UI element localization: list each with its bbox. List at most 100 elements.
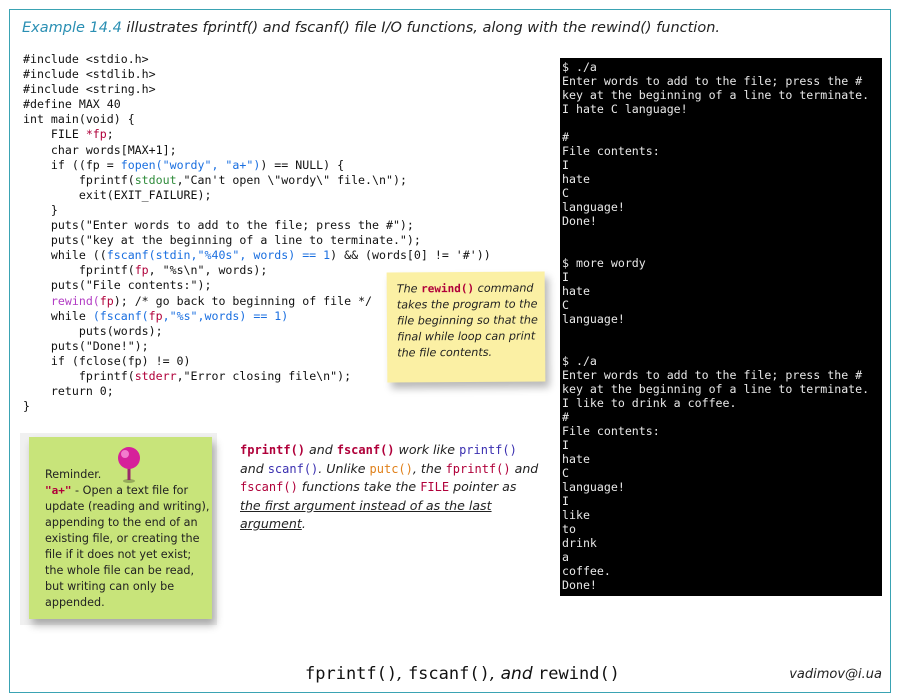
terminal-line: key at the beginning of a line to termin… xyxy=(562,88,870,102)
code-token: fprintf( xyxy=(23,172,135,187)
footer-sep2: , and xyxy=(489,664,539,684)
code-token: while xyxy=(23,308,93,323)
desc-fprintf2: fprintf() xyxy=(445,461,511,476)
code-token: ); /* go back to beginning of file */ xyxy=(113,293,373,308)
code-token: fp xyxy=(134,263,149,278)
terminal-output: $ ./a Enter words to add to the file; pre… xyxy=(560,58,882,596)
code-line: fprintf(stdout,"Can't open \"wordy\" fil… xyxy=(23,172,407,188)
code-line: if ((fp = fopen("wordy", "a+")) == NULL)… xyxy=(23,158,393,173)
code-line: int main(void) { xyxy=(23,112,393,127)
footer-rewind: rewind() xyxy=(538,664,620,684)
desc-fprintf: fprintf() xyxy=(240,443,306,457)
code-token: if (fclose(fp) != 0) xyxy=(23,353,191,368)
terminal-line: like xyxy=(562,508,590,522)
desc-putc: putc() xyxy=(369,461,413,476)
code-token: char words[MAX+1]; xyxy=(23,142,177,157)
terminal-line: I xyxy=(562,438,569,452)
terminal-line: I xyxy=(562,494,569,508)
code-token: (fscanf( xyxy=(92,308,149,323)
code-line: if (fclose(fp) != 0) xyxy=(23,354,393,369)
code-line: puts("Done!"); xyxy=(23,339,393,354)
desc-and3: and xyxy=(510,460,539,476)
footer-fprintf: fprintf() xyxy=(305,664,398,684)
code-token: stdout xyxy=(134,172,177,187)
terminal-line: hate xyxy=(562,284,590,298)
terminal-line: I xyxy=(562,158,569,172)
rewind-keyword: rewind() xyxy=(421,281,475,296)
code-token: puts(words); xyxy=(23,323,163,338)
terminal-line: Done! xyxy=(562,578,597,592)
code-line: while ((fscanf(stdin,"%40s", words) == 1… xyxy=(23,248,491,263)
desc-work-like: work like xyxy=(394,442,460,457)
code-token: int main(void) { xyxy=(23,112,135,127)
code-token: puts("Enter words to add to the file; pr… xyxy=(23,218,414,233)
code-token: FILE xyxy=(23,127,86,142)
code-token: fscanf(stdin,"%40s", words) == 1 xyxy=(106,248,331,263)
terminal-line: hate xyxy=(562,172,590,186)
code-token: ; xyxy=(106,127,114,142)
terminal-line: hate xyxy=(562,452,590,466)
code-line: } xyxy=(23,399,393,414)
code-line: #define MAX 40 xyxy=(23,97,393,112)
terminal-line: a xyxy=(562,550,569,564)
terminal-line: language! xyxy=(562,200,625,214)
code-token: #include <string.h> xyxy=(23,82,156,97)
code-token: fp xyxy=(148,308,163,323)
code-line: FILE *fp; xyxy=(23,127,393,142)
terminal-line: $ more wordy xyxy=(562,256,646,270)
terminal-line: Done! xyxy=(562,214,597,228)
code-line: puts("key at the beginning of a line to … xyxy=(23,233,421,248)
rewind-sticky-note: The rewind() command takes the program t… xyxy=(386,271,546,383)
code-token: ,"Error closing file\n"); xyxy=(176,368,352,383)
desc-pointer-as: pointer as xyxy=(449,479,517,494)
slide-heading: Example 14.4 illustrates fprintf() and f… xyxy=(22,20,720,36)
rewind-note-pre: The xyxy=(396,282,422,296)
terminal-line: I xyxy=(562,270,569,284)
code-token: fopen("wordy", "a+") xyxy=(120,157,261,172)
desc-file: FILE xyxy=(420,480,450,494)
terminal-line: to xyxy=(562,522,576,536)
terminal-line: I hate C language! xyxy=(562,102,688,116)
code-listing: #include <stdio.h> #include <stdlib.h> #in… xyxy=(23,52,491,414)
code-line: fprintf(stderr,"Error closing file\n"); xyxy=(23,369,393,384)
code-line: puts(words); xyxy=(23,324,393,339)
code-line: puts("File contents:"); xyxy=(23,278,393,293)
code-token: fprintf( xyxy=(23,368,135,383)
desc-unlike: . Unlike xyxy=(318,460,370,476)
code-token: rewind( xyxy=(50,293,100,308)
description-paragraph: fprintf() and fscanf() work like printf(… xyxy=(240,441,540,534)
terminal-line: language! xyxy=(562,312,625,326)
reminder-sticky-note: Reminder. "a+" - Open a text file for up… xyxy=(29,437,212,619)
rewind-note-text: The rewind() command takes the program t… xyxy=(397,280,540,361)
code-token: #define MAX 40 xyxy=(23,97,121,112)
code-line: } xyxy=(23,203,393,218)
terminal-line: C xyxy=(562,298,569,312)
code-line: while (fscanf(fp,"%s",words) == 1) xyxy=(23,309,393,324)
reminder-title: Reminder. xyxy=(45,468,102,481)
code-token: ) && (words[0] != '#')) xyxy=(330,248,491,263)
terminal-line: $ ./a xyxy=(562,354,597,368)
code-token: ,"Can't open \"wordy\" file.\n"); xyxy=(176,172,407,187)
code-token: } xyxy=(23,399,30,414)
desc-fscanf: fscanf() xyxy=(336,443,395,457)
terminal-line: File contents: xyxy=(562,144,660,158)
code-token: while (( xyxy=(23,248,107,263)
reminder-keyword: "a+" xyxy=(45,484,72,497)
code-token: ) == NULL) { xyxy=(260,157,345,172)
code-line: #include <stdlib.h> xyxy=(23,67,393,82)
desc-scanf: scanf() xyxy=(267,461,319,476)
code-token: fp xyxy=(99,293,114,308)
terminal-line: Enter words to add to the file; press th… xyxy=(562,368,863,382)
reminder-note-area: Reminder. "a+" - Open a text file for up… xyxy=(20,433,217,625)
code-token: if ((fp = xyxy=(23,157,121,172)
terminal-line: C xyxy=(562,466,569,480)
terminal-line: key at the beginning of a line to termin… xyxy=(562,382,870,396)
terminal-line: # xyxy=(562,130,569,144)
terminal-line: Enter words to add to the file; press th… xyxy=(562,74,863,88)
terminal-line: # xyxy=(562,410,569,424)
code-line: return 0; xyxy=(23,384,393,399)
reminder-text: Reminder. "a+" - Open a text file for up… xyxy=(45,467,210,611)
terminal-line: I like to drink a coffee. xyxy=(562,396,737,410)
